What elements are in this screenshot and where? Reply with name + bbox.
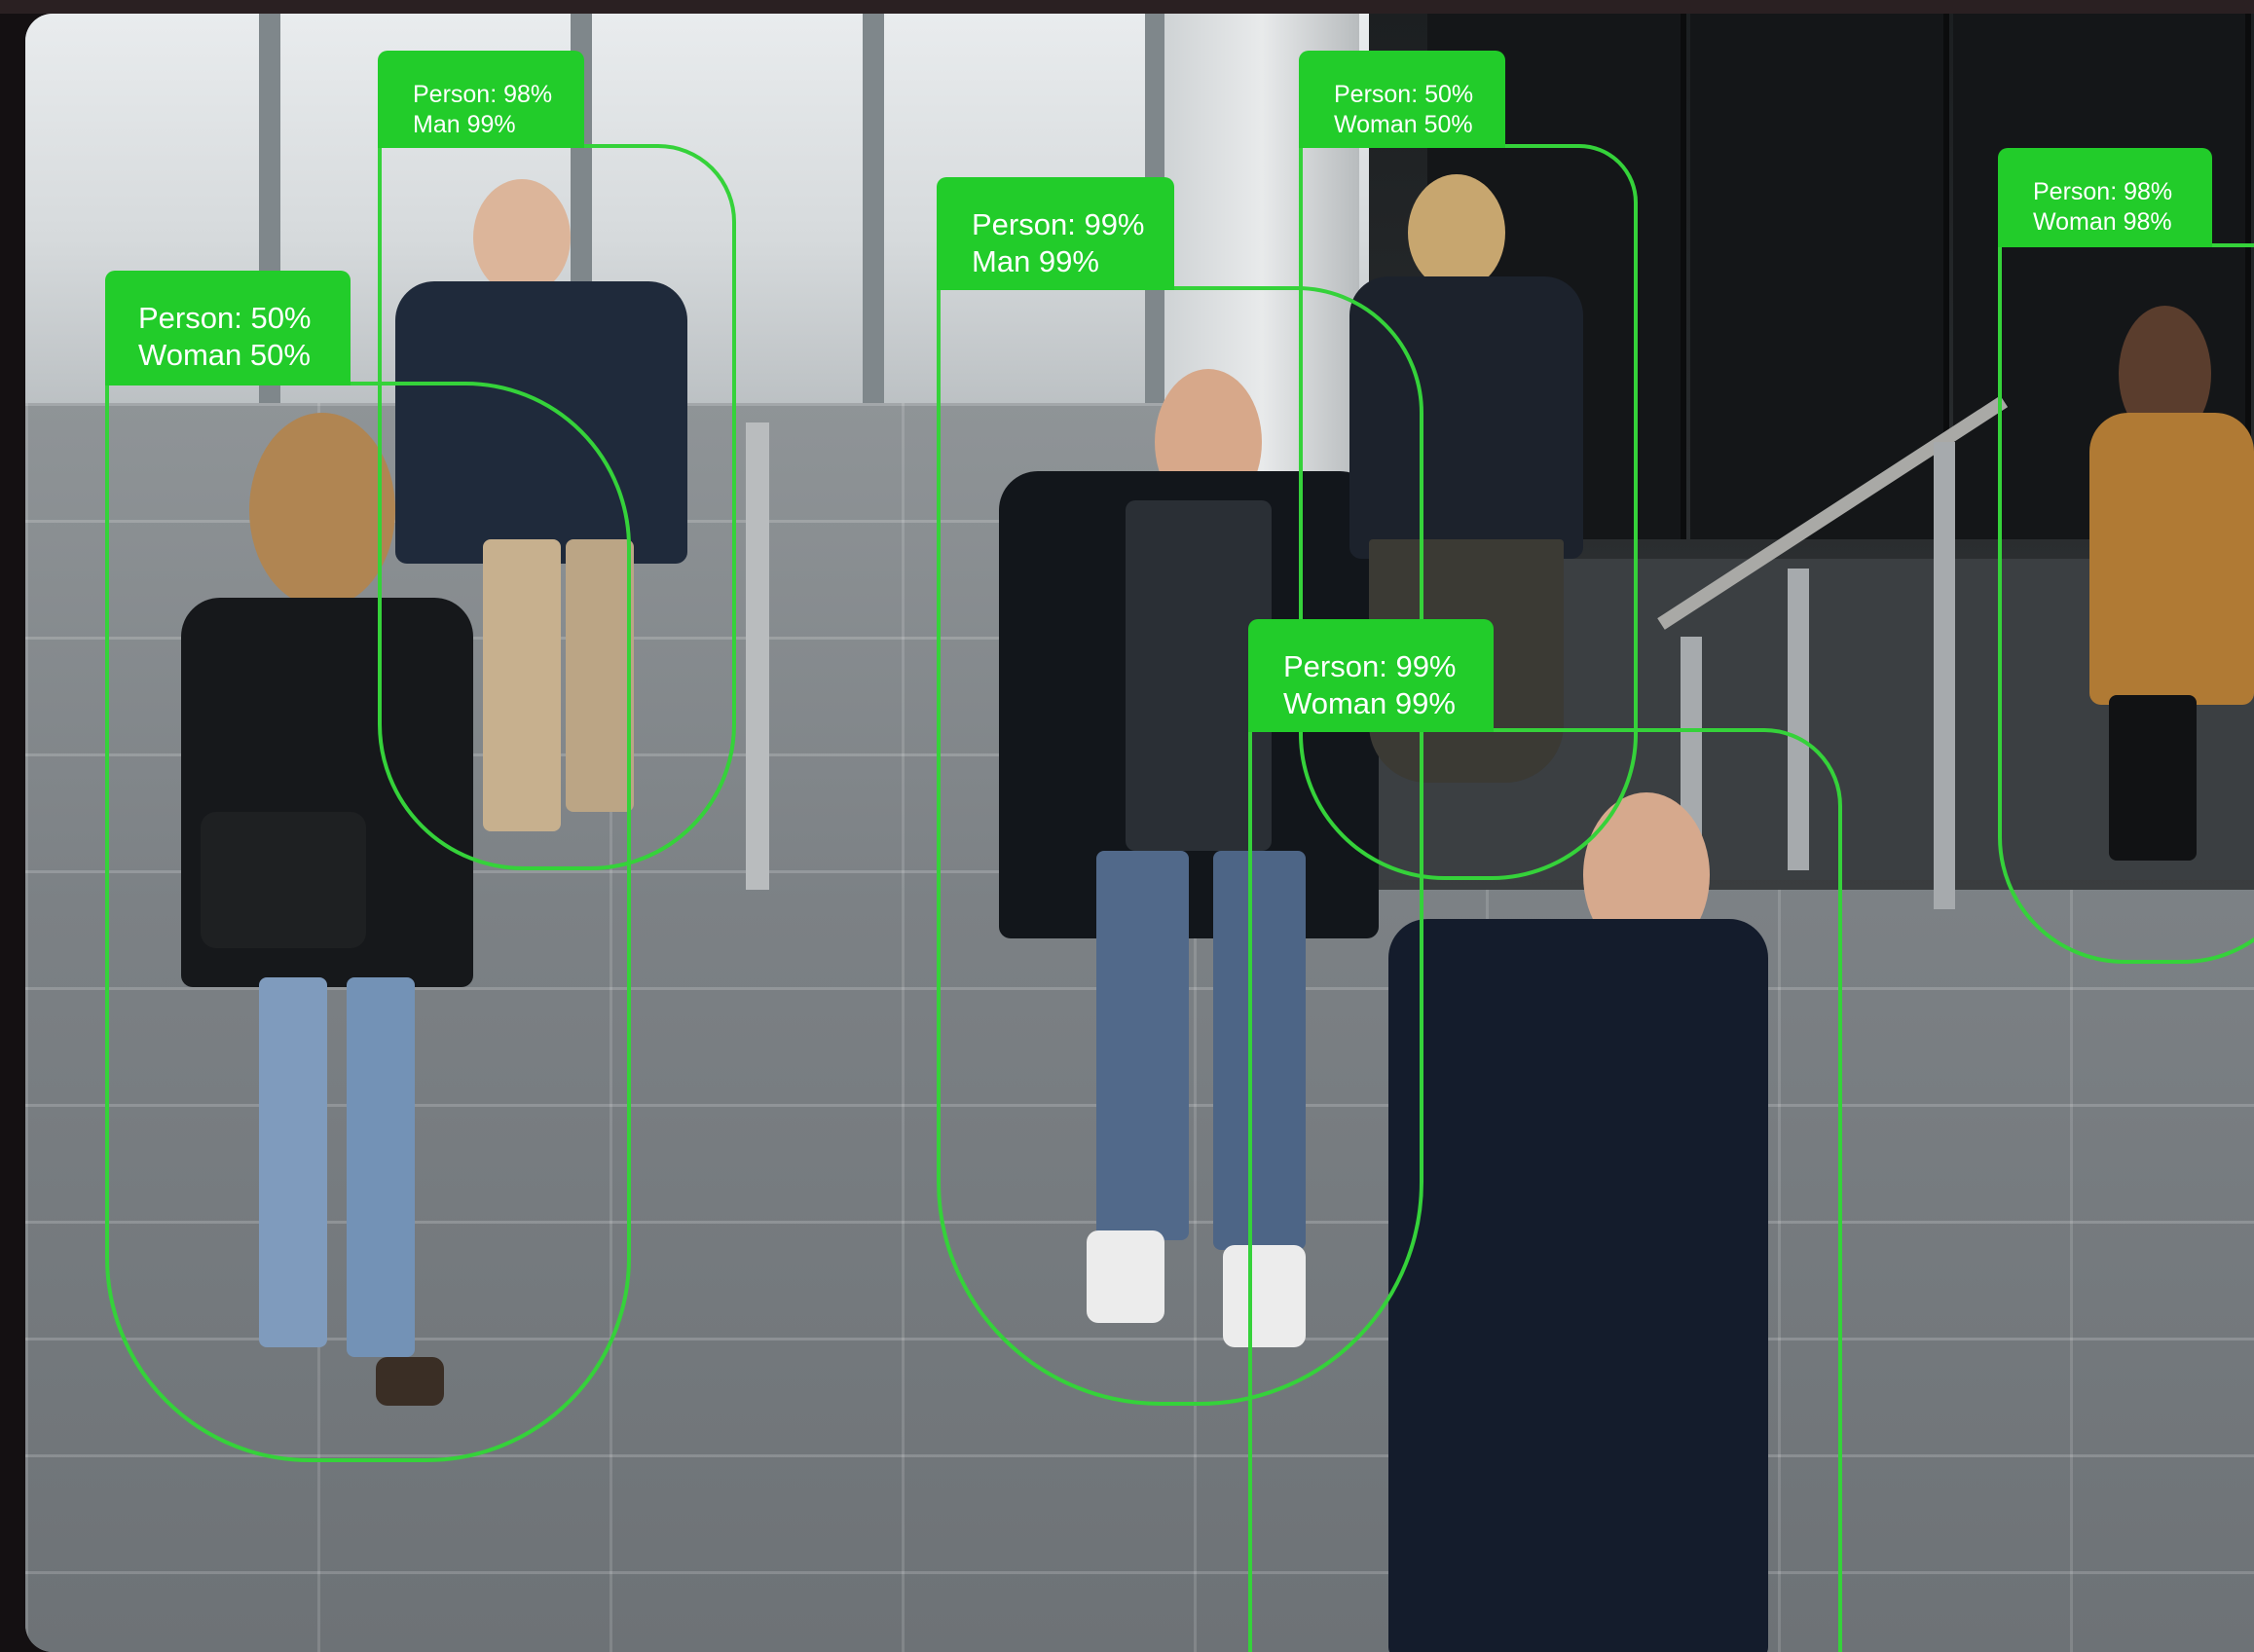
detection-scene: Person: 50% Woman 50% Person: 98% Man 99…	[25, 14, 2254, 1652]
gender-confidence: Woman 99%	[1283, 685, 1456, 720]
detection-box	[378, 144, 736, 870]
top-bar	[0, 0, 2254, 14]
gender-confidence: Woman 50%	[1334, 110, 1473, 138]
detection-label: Person: 99% Man 99%	[937, 177, 1174, 290]
window-frame	[863, 14, 884, 422]
gender-confidence: Man 99%	[972, 243, 1099, 278]
detection-label: Person: 50% Woman 50%	[1299, 51, 1505, 148]
gender-confidence: Woman 98%	[2033, 207, 2172, 236]
person-confidence: Person: 50%	[1334, 81, 1474, 108]
person-confidence: Person: 98%	[413, 81, 553, 108]
detection-label: Person: 99% Woman 99%	[1248, 619, 1494, 732]
person-confidence: Person: 98%	[2033, 178, 2173, 205]
person-confidence: Person: 50%	[138, 301, 312, 335]
detection-label: Person: 98% Man 99%	[378, 51, 584, 148]
detection-label: Person: 50% Woman 50%	[105, 271, 351, 385]
person-confidence: Person: 99%	[1283, 649, 1457, 683]
detection-box	[1998, 243, 2254, 964]
rail-post	[1934, 442, 1955, 909]
person-confidence: Person: 99%	[972, 207, 1145, 241]
gender-confidence: Woman 50%	[138, 337, 311, 372]
gender-confidence: Man 99%	[413, 110, 516, 138]
detection-box	[1248, 728, 1842, 1652]
detection-label: Person: 98% Woman 98%	[1998, 148, 2212, 247]
railing-post	[746, 422, 769, 890]
